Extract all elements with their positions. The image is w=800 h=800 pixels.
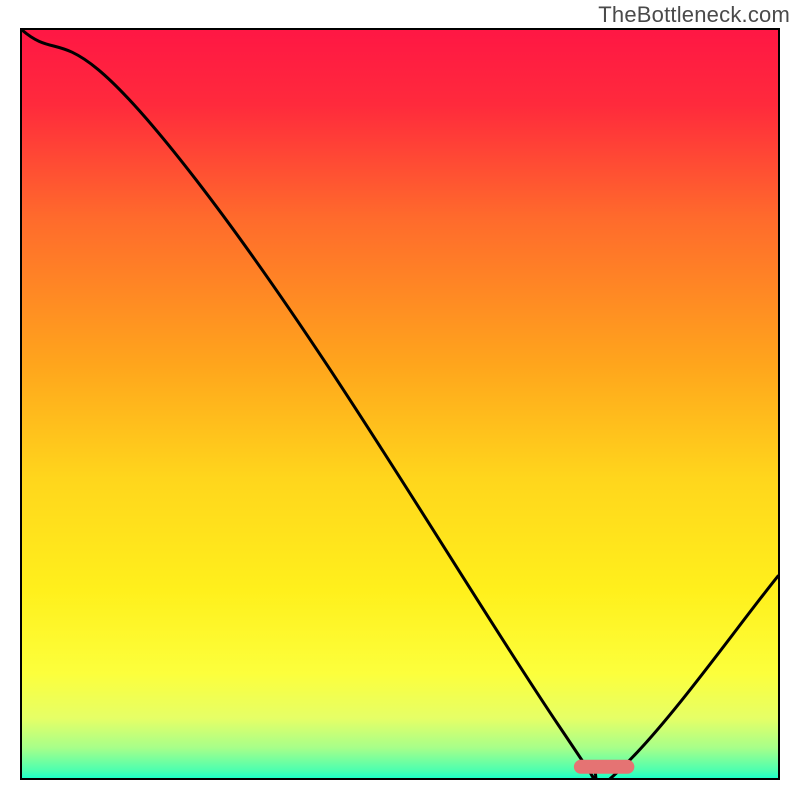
- watermark-label: TheBottleneck.com: [598, 2, 790, 28]
- chart-stage: TheBottleneck.com: [0, 0, 800, 800]
- chart-frame: [20, 28, 780, 780]
